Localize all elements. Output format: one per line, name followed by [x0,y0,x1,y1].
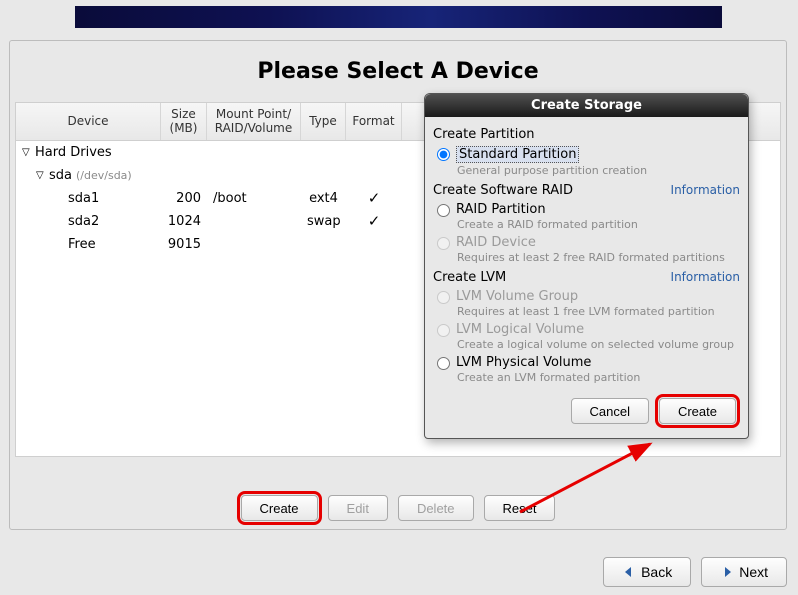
partition-mount: /boot [207,191,301,206]
partition-type: swap [301,214,346,229]
option-desc: General purpose partition creation [457,164,740,177]
option-desc: Create a RAID formated partition [457,218,740,231]
format-check-icon: ✓ [346,189,402,207]
option-lvm-volume-group: LVM Volume Group [433,289,740,304]
option-desc: Requires at least 1 free LVM formated pa… [457,305,740,318]
expander-icon[interactable]: ▽ [36,170,46,181]
back-button[interactable]: Back [603,557,691,587]
radio-raid-device [437,237,450,250]
option-raid-device: RAID Device [433,235,740,250]
radio-lvm-lv [437,324,450,337]
hard-drives-label: Hard Drives [35,145,112,160]
partition-name: sda2 [68,214,99,229]
option-label: RAID Partition [456,202,546,217]
dialog-create-button[interactable]: Create [659,398,736,424]
back-label: Back [641,564,672,580]
action-row: Create Edit Delete Reset [10,495,786,521]
radio-raid-partition[interactable] [437,204,450,217]
create-storage-dialog: Create Storage Create Partition Standard… [424,93,749,439]
raid-information-link[interactable]: Information [671,183,740,197]
arrow-left-icon [622,565,636,579]
option-desc: Create a logical volume on selected volu… [457,338,740,351]
partition-size: 9015 [161,237,207,252]
option-label: LVM Physical Volume [456,355,591,370]
option-lvm-logical-volume: LVM Logical Volume [433,322,740,337]
col-device[interactable]: Device [16,103,161,140]
radio-lvm-vg [437,291,450,304]
option-desc: Create an LVM formated partition [457,371,740,384]
col-type[interactable]: Type [301,103,346,140]
option-raid-partition[interactable]: RAID Partition [433,202,740,217]
delete-button: Delete [398,495,474,521]
lvm-information-link[interactable]: Information [671,270,740,284]
option-label: RAID Device [456,235,536,250]
partition-type: ext4 [301,191,346,206]
option-label: LVM Logical Volume [456,322,584,337]
option-label: Standard Partition [456,146,579,163]
create-button[interactable]: Create [241,495,318,521]
partition-size: 200 [161,191,207,206]
option-standard-partition[interactable]: Standard Partition [433,146,740,163]
partition-size: 1024 [161,214,207,229]
option-desc: Requires at least 2 free RAID formated p… [457,251,740,264]
radio-lvm-pv[interactable] [437,357,450,370]
col-size[interactable]: Size (MB) [161,103,207,140]
partition-name: Free [68,237,96,252]
expander-icon[interactable]: ▽ [22,147,32,158]
next-label: Next [739,564,768,580]
dialog-title: Create Storage [425,94,748,117]
radio-standard-partition[interactable] [437,148,450,161]
device-path: (/dev/sda) [76,169,132,182]
device-name: sda [49,168,72,183]
dialog-cancel-button[interactable]: Cancel [571,398,649,424]
format-check-icon: ✓ [346,212,402,230]
installer-banner [75,6,722,28]
wizard-footer: Back Next [603,557,787,587]
option-lvm-physical-volume[interactable]: LVM Physical Volume [433,355,740,370]
arrow-right-icon [720,565,734,579]
section-create-partition: Create Partition [433,127,535,142]
next-button[interactable]: Next [701,557,787,587]
edit-button: Edit [328,495,388,521]
col-mount[interactable]: Mount Point/ RAID/Volume [207,103,301,140]
option-label: LVM Volume Group [456,289,578,304]
col-format[interactable]: Format [346,103,402,140]
reset-button[interactable]: Reset [484,495,556,521]
section-create-lvm: Create LVM [433,270,506,285]
partition-name: sda1 [68,191,99,206]
section-create-raid: Create Software RAID [433,183,573,198]
